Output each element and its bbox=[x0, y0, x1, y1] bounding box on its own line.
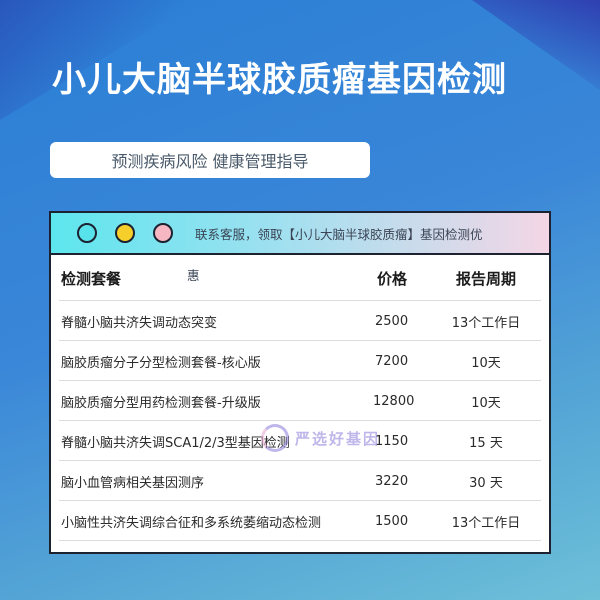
page-title: 小儿大脑半球胶质瘤基因检测 bbox=[52, 60, 507, 100]
package-price: 3220 bbox=[375, 473, 409, 489]
cyan-dot-icon bbox=[77, 223, 97, 243]
table-header-row: 检测套餐 价格 报告周期 bbox=[51, 255, 549, 301]
row-divider bbox=[59, 540, 541, 541]
card-header: 联系客服，领取【小儿大脑半球胶质瘤】基因检测优 bbox=[51, 213, 549, 255]
header-price: 价格 bbox=[377, 269, 408, 288]
package-name: 脊髓小脑共济失调SCA1/2/3型基因检测 bbox=[61, 435, 290, 451]
header-note: 联系客服，领取【小儿大脑半球胶质瘤】基因检测优 bbox=[195, 226, 483, 242]
package-period: 13个工作日 bbox=[451, 315, 521, 331]
table-row: 脑胶质瘤分型用药检测套餐-升级版 12800 10天 bbox=[51, 381, 549, 421]
package-price: 1150 bbox=[375, 433, 409, 449]
package-price: 12800 bbox=[373, 393, 415, 409]
package-name: 脑胶质瘤分型用药检测套餐-升级版 bbox=[61, 395, 261, 411]
table-row: 脑小血管病相关基因测序 3220 30 天 bbox=[51, 461, 549, 501]
table-row: 脑胶质瘤分子分型检测套餐-核心版 7200 10天 bbox=[51, 341, 549, 381]
package-price: 1500 bbox=[375, 513, 409, 529]
package-period: 10天 bbox=[471, 395, 501, 411]
table-row: 脊髓小脑共济失调动态突变 2500 13个工作日 bbox=[51, 301, 549, 341]
package-name: 脑胶质瘤分子分型检测套餐-核心版 bbox=[61, 355, 261, 371]
package-period: 15 天 bbox=[469, 435, 503, 451]
package-price: 2500 bbox=[375, 313, 409, 329]
subtitle-pill: 预测疾病风险 健康管理指导 bbox=[50, 142, 370, 178]
package-name: 小脑性共济失调综合征和多系统萎缩动态检测 bbox=[61, 515, 322, 531]
table-row: 脊髓小脑共济失调SCA1/2/3型基因检测 1150 15 天 bbox=[51, 421, 549, 461]
header-period: 报告周期 bbox=[455, 269, 516, 288]
price-card: 联系客服，领取【小儿大脑半球胶质瘤】基因检测优 惠 检测套餐 价格 报告周期 脊… bbox=[49, 211, 551, 554]
pink-dot-icon bbox=[153, 223, 173, 243]
header-package: 检测套餐 bbox=[61, 269, 122, 288]
package-name: 脊髓小脑共济失调动态突变 bbox=[61, 315, 218, 331]
package-period: 30 天 bbox=[469, 475, 503, 491]
table-row: 小脑性共济失调综合征和多系统萎缩动态检测 1500 13个工作日 bbox=[51, 501, 549, 541]
package-period: 10天 bbox=[471, 355, 501, 371]
yellow-dot-icon bbox=[115, 223, 135, 243]
package-price: 7200 bbox=[375, 353, 409, 369]
package-name: 脑小血管病相关基因测序 bbox=[61, 475, 205, 491]
subtitle-text: 预测疾病风险 健康管理指导 bbox=[111, 152, 309, 171]
package-period: 13个工作日 bbox=[451, 515, 521, 531]
